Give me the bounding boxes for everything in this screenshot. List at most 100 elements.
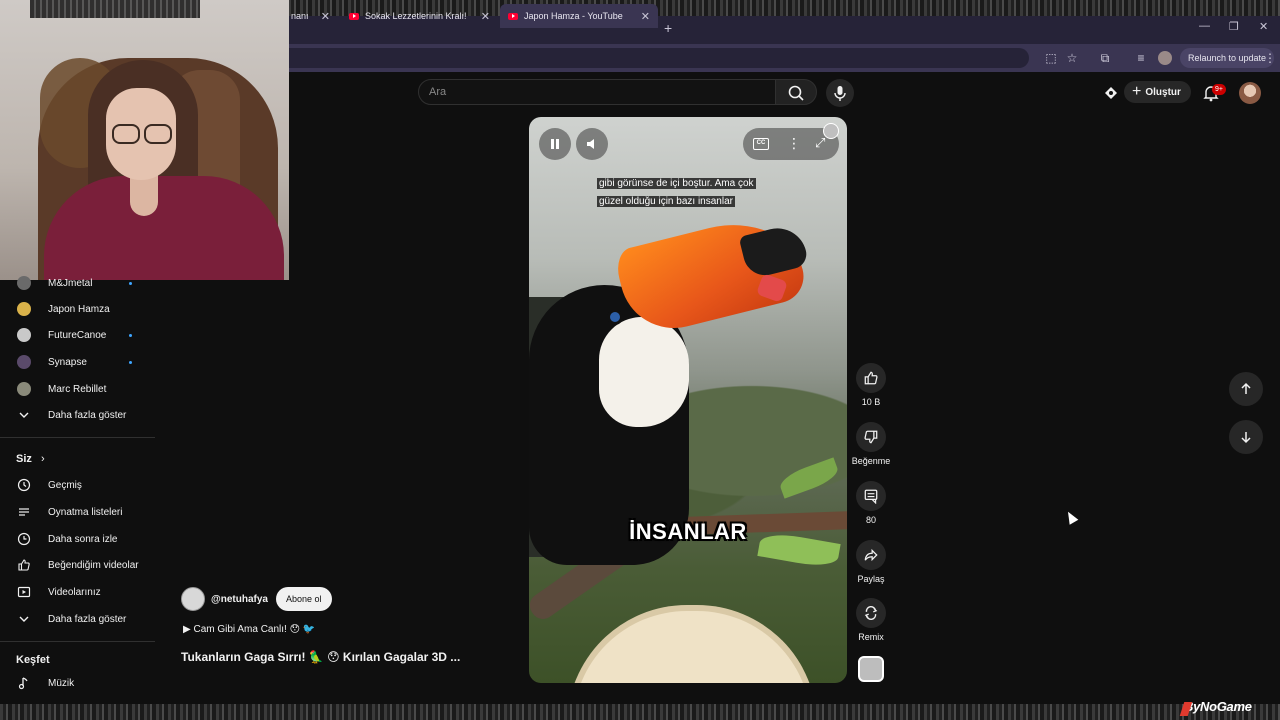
shorts-video-player[interactable]: CC ⋮ ⤢ gibi görünse de içi boştur. Ama ç… [529,117,847,683]
share-label: Paylaş [857,574,885,584]
subtitle-line: gibi görünse de içi boştur. Ama çok [597,178,756,189]
webcam-overlay [0,0,289,280]
channel-avatar [17,355,31,369]
search-button[interactable] [775,79,817,105]
comments-button[interactable] [856,481,886,511]
next-short-button[interactable] [1229,420,1263,454]
share-button[interactable] [856,540,886,570]
video-description[interactable]: ▶ Cam Gibi Ama Canlı! 😯 🐦 [183,624,315,635]
create-label: Oluştur [1145,86,1181,98]
dislike-action[interactable]: Beğenme [851,422,891,466]
webcam-glasses [108,124,174,144]
channel-handle[interactable]: @netuhafya [211,594,268,605]
sidebar-show-more[interactable]: Daha fazla göster [0,606,155,632]
sidebar-item-label: Videolarınız [48,586,101,598]
sidebar-section-you[interactable]: Siz › [16,453,45,465]
sidebar-item-label: M&Jmetal [48,277,93,289]
burned-in-caption: İNSANLAR [629,519,747,544]
like-button[interactable] [856,363,886,393]
captions-icon[interactable]: CC [753,138,769,150]
channel-avatar [17,302,31,316]
account-avatar[interactable] [1239,82,1261,104]
browser-menu-icon[interactable]: ⋮ [1262,50,1278,66]
pause-icon [551,139,559,149]
new-content-dot [129,360,132,364]
creator-avatar-button[interactable] [858,656,884,682]
sidebar-item-your-videos[interactable]: Videolarınız [0,579,155,605]
sidebar-divider [0,641,155,642]
remix-icon [864,606,878,620]
close-icon[interactable]: ✕ [321,10,330,23]
browser-tab[interactable]: nanında ✕ [283,4,338,28]
new-tab-icon[interactable]: + [664,20,672,36]
browser-tab[interactable]: Sokak Lezzetlerinin Kralı! baharat ✕ [341,4,498,28]
video-title[interactable]: Tukanların Gaga Sırrı! 🦜 😯 Kırılan Gagal… [181,650,460,664]
minimize-icon[interactable]: — [1199,20,1210,32]
like-action[interactable]: 10 B [851,363,891,407]
sidebar-item-label: FutureCanoe [48,329,107,341]
sidebar-item-playlists[interactable]: Oynatma listeleri [0,499,155,525]
sidebar-item-channel[interactable]: M&Jmetal [0,270,155,296]
sidebar-item-label: Marc Rebillet [48,383,107,395]
share-action[interactable]: Paylaş [851,540,891,584]
address-bar[interactable] [289,48,1029,68]
subtitle-line: güzel olduğu için bazı insanlar [597,196,735,207]
sidebar-item-channel[interactable]: Synapse [0,349,155,375]
tab-title: Japon Hamza - YouTube [524,11,623,21]
thumbs-up-icon [17,558,31,572]
toucan-eye [607,309,623,325]
search-input[interactable] [419,80,719,104]
close-icon[interactable]: ✕ [641,10,650,23]
sparkle-create-icon[interactable] [1101,83,1121,103]
chevron-down-icon [17,612,31,626]
comments-action[interactable]: 80 [851,481,891,525]
previous-short-button[interactable] [1229,372,1263,406]
youtube-favicon-icon [349,12,359,20]
youtube-favicon-icon [508,12,518,20]
arrow-up-icon [1241,382,1251,394]
sidebar-item-music[interactable]: Müzik [0,670,155,696]
channel-avatar[interactable] [181,587,205,611]
video-subtitle: gibi görünse de içi boştur. Ama çok güze… [597,173,769,209]
food-bowl [567,605,817,683]
notification-count-badge: 9+ [1212,84,1226,95]
bookmark-star-icon[interactable]: ☆ [1064,50,1080,66]
sidebar-item-history[interactable]: Geçmiş [0,472,155,498]
search-icon [788,85,804,101]
subscribe-button[interactable]: Abone ol [275,587,332,611]
close-window-icon[interactable]: ✕ [1259,20,1268,33]
browser-profile-avatar[interactable] [1158,51,1172,65]
remix-action[interactable]: Remix [851,598,891,642]
creator-avatar-mini [823,123,839,139]
extensions-icon[interactable]: ⧉ [1097,50,1113,66]
sidebar-item-watch-later[interactable]: Daha sonra izle [0,526,155,552]
voice-search-button[interactable] [826,79,854,107]
section-title: Siz [16,453,32,465]
pause-button[interactable] [539,128,571,160]
sidebar-item-channel[interactable]: FutureCanoe [0,322,155,348]
thumbs-down-icon [864,430,878,444]
sidebar-item-channel[interactable]: Marc Rebillet [0,376,155,402]
more-options-icon[interactable]: ⋮ [787,135,801,152]
dislike-button[interactable] [856,422,886,452]
mouse-cursor-icon [1063,509,1079,525]
sidebar-item-label: Oynatma listeleri [48,506,123,518]
browser-tab-active[interactable]: Japon Hamza - YouTube ✕ [500,4,658,28]
browser-toolbar [289,44,1280,72]
like-count: 10 B [861,397,881,407]
webcam-person-body [44,176,284,280]
close-icon[interactable]: ✕ [481,10,490,23]
install-app-icon[interactable]: ⬚ [1043,50,1059,66]
remix-button[interactable] [856,598,886,628]
sidebar-item-liked-videos[interactable]: Beğendiğim videolar [0,552,155,578]
media-controls-icon[interactable]: ≡ [1133,50,1149,66]
sidebar-item-label: Daha fazla göster [48,409,127,421]
restore-icon[interactable]: ❐ [1229,20,1239,33]
sidebar-item-label: Japon Hamza [48,303,110,315]
sidebar-item-channel[interactable]: Japon Hamza [0,296,155,322]
create-button[interactable]: + Oluştur [1124,81,1191,103]
fullscreen-icon[interactable]: ⤢ [815,135,825,151]
volume-button[interactable] [576,128,608,160]
relaunch-button[interactable]: Relaunch to update [1180,48,1275,68]
sidebar-show-more[interactable]: Daha fazla göster [0,402,155,428]
